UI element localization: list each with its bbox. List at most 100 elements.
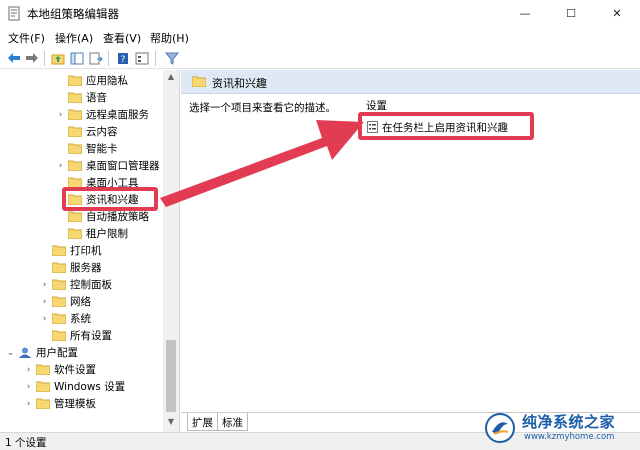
tree-item[interactable]: › Windows 设置 [24, 378, 126, 395]
menu-bar: 文件(F) 操作(A) 查看(V) 帮助(H) [0, 27, 640, 47]
show-tree-button[interactable] [68, 50, 86, 66]
forward-button[interactable] [23, 50, 41, 66]
tree-item[interactable]: 桌面小工具 [56, 174, 139, 191]
chevron-icon[interactable]: › [24, 382, 33, 392]
export-list-icon [89, 52, 103, 64]
policy-editor-icon [8, 6, 20, 21]
tree-item[interactable]: › 控制面板 [40, 276, 112, 293]
menu-help[interactable]: 帮助(H) [150, 29, 189, 47]
folder-icon [68, 211, 82, 222]
tree-item[interactable]: ⌄ 用户配置 [6, 344, 78, 361]
tree-item-label: 资讯和兴趣 [86, 194, 139, 206]
maximize-button[interactable]: ☐ [548, 0, 594, 27]
tree-item-label: 网络 [70, 296, 91, 308]
menu-file[interactable]: 文件(F) [8, 29, 45, 47]
watermark-logo-icon [485, 413, 515, 443]
back-button[interactable] [5, 50, 23, 66]
export-button[interactable] [87, 50, 105, 66]
folder-icon [68, 194, 82, 205]
tree-item[interactable]: 自动播放策略 [56, 208, 149, 225]
setting-label: 在任务栏上启用资讯和兴趣 [382, 121, 508, 134]
tree-item-label: 自动播放策略 [86, 211, 149, 223]
menu-view[interactable]: 查看(V) [103, 29, 141, 47]
tree-item-label: 远程桌面服务 [86, 109, 149, 121]
chevron-icon[interactable]: ⌄ [6, 348, 15, 358]
filter-icon [165, 52, 179, 65]
scroll-up-icon[interactable]: ▲ [166, 72, 176, 84]
properties-button[interactable] [133, 50, 151, 66]
chevron-icon[interactable]: › [40, 297, 49, 307]
tree-item[interactable]: 智能卡 [56, 140, 118, 157]
up-folder-button[interactable] [49, 50, 67, 66]
svg-text:?: ? [121, 55, 126, 65]
folder-icon [68, 143, 82, 154]
tree-item-label: 管理模板 [54, 398, 96, 410]
tree-item[interactable]: › 网络 [40, 293, 91, 310]
chevron-icon[interactable]: › [24, 399, 33, 409]
tree-item[interactable]: › 管理模板 [24, 395, 96, 412]
menu-action[interactable]: 操作(A) [55, 29, 93, 47]
tree-item[interactable]: 所有设置 [40, 327, 112, 344]
chevron-icon[interactable]: › [40, 280, 49, 290]
tree-item-label: 桌面窗口管理器 [86, 160, 160, 172]
tree-item-label: Windows 设置 [54, 381, 126, 393]
minimize-icon: — [519, 7, 531, 20]
close-icon: ✕ [612, 7, 622, 20]
tree-item-label: 系统 [70, 313, 91, 325]
scroll-down-icon[interactable]: ▼ [166, 417, 176, 429]
folder-icon [52, 279, 66, 290]
tab-extended[interactable]: 扩展 [187, 413, 218, 431]
folder-icon [36, 381, 50, 392]
column-header-setting[interactable]: 设置 [366, 98, 387, 113]
tree-item[interactable]: 语音 [56, 89, 107, 106]
status-text: 1 个设置 [5, 437, 47, 449]
properties-icon [135, 52, 149, 64]
folder-icon [68, 75, 82, 86]
tree-item[interactable]: › 系统 [40, 310, 91, 327]
description-text: 选择一个项目来查看它的描述。 [189, 102, 336, 114]
filter-button[interactable] [163, 50, 181, 66]
tree-item[interactable]: › 桌面窗口管理器 [56, 157, 160, 174]
close-button[interactable]: ✕ [594, 0, 640, 27]
folder-icon [36, 398, 50, 409]
tree-item-label: 服务器 [70, 262, 102, 274]
folder-icon [68, 92, 82, 103]
tree-item[interactable]: 应用隐私 [56, 72, 128, 89]
folder-icon [52, 313, 66, 324]
setting-row-enable-news[interactable]: 在任务栏上启用资讯和兴趣 [367, 118, 508, 136]
tree-item[interactable]: 租户限制 [56, 225, 128, 242]
chevron-icon[interactable]: › [56, 161, 65, 171]
tree-item[interactable]: 打印机 [40, 242, 102, 259]
tree-item-label: 软件设置 [54, 364, 96, 376]
tree-item[interactable]: 服务器 [40, 259, 102, 276]
details-header-title: 资讯和兴趣 [212, 77, 267, 90]
folder-icon [68, 160, 82, 171]
watermark-url: www.kzmyhome.com [524, 432, 615, 442]
tree-view-icon [70, 52, 84, 64]
help-icon: ? [118, 52, 128, 65]
folder-icon [52, 330, 66, 341]
watermark: 纯净系统之家 www.kzmyhome.com [484, 410, 634, 446]
tree-item[interactable]: › 远程桌面服务 [56, 106, 149, 123]
window-title: 本地组策略编辑器 [27, 7, 119, 21]
chevron-icon[interactable]: › [40, 314, 49, 324]
tree-item[interactable]: 云内容 [56, 123, 118, 140]
chevron-icon[interactable]: › [56, 110, 65, 120]
title-bar: 本地组策略编辑器 — ☐ ✕ [0, 0, 640, 27]
folder-icon [68, 228, 82, 239]
minimize-button[interactable]: — [502, 0, 548, 27]
help-button[interactable]: ? [114, 50, 132, 66]
tab-standard[interactable]: 标准 [217, 413, 248, 431]
folder-up-icon [51, 54, 65, 64]
policy-setting-icon [367, 121, 378, 133]
tree-scrollbar[interactable]: ▲ ▼ [163, 70, 179, 432]
tree-pane[interactable]: 应用隐私 语音 › 远程桌面服务云内容 智能卡 › 桌面窗口管理器桌面小工具资讯和兴趣自动播… [0, 70, 180, 432]
folder-icon [52, 245, 66, 256]
chevron-icon[interactable]: › [24, 365, 33, 375]
folder-icon [68, 109, 82, 120]
tree-item[interactable]: › 软件设置 [24, 361, 96, 378]
tree-item[interactable]: 资讯和兴趣 [56, 191, 139, 208]
scroll-thumb[interactable] [166, 340, 176, 412]
tree-item-label: 所有设置 [70, 330, 112, 342]
folder-icon [192, 76, 206, 87]
